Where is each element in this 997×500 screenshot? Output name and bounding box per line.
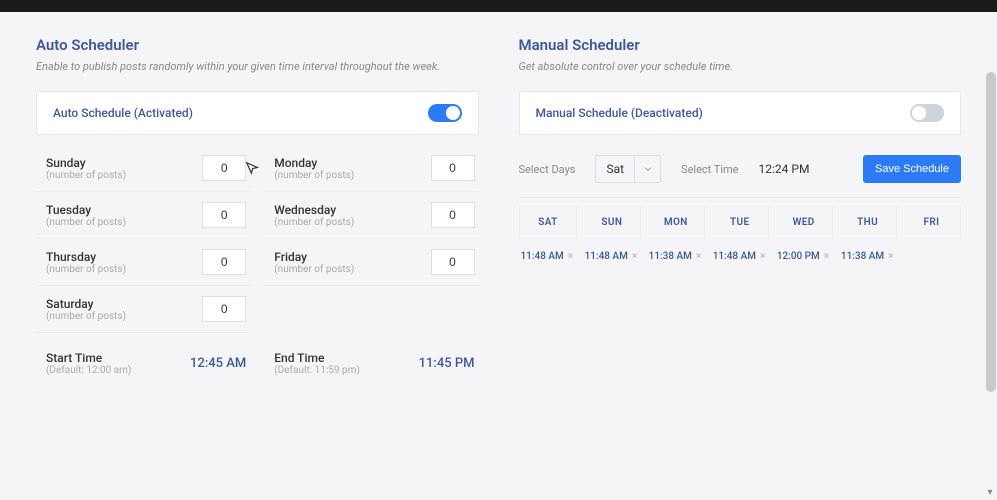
day-input-wednesday[interactable]: [431, 202, 475, 228]
scroll-arrow-down-icon[interactable]: ▾: [985, 488, 995, 498]
time-chip: 11:48 AM ×: [711, 247, 769, 266]
page-content: Auto Scheduler Enable to publish posts r…: [0, 12, 997, 410]
end-time-value[interactable]: 11:45 PM: [419, 356, 475, 371]
time-chip-value: 11:48 AM: [585, 251, 628, 262]
start-time-cell: Start Time (Default: 12:00 am) 12:45 AM: [36, 341, 250, 386]
day-label: Friday: [274, 250, 354, 264]
day-input-tuesday[interactable]: [202, 202, 246, 228]
auto-status-row: Auto Schedule (Activated): [36, 91, 479, 135]
day-sub: (number of posts): [274, 264, 354, 275]
day-input-sunday[interactable]: [202, 155, 246, 181]
day-input-saturday[interactable]: [202, 296, 246, 322]
window-topbar: [0, 0, 997, 12]
day-label: Sunday: [46, 156, 126, 170]
day-sub: (number of posts): [274, 217, 354, 228]
time-chip: 11:38 AM ×: [839, 247, 897, 266]
time-chip-value: 12:00 PM: [777, 251, 820, 262]
auto-toggle[interactable]: [428, 104, 462, 122]
select-days-value: Sat: [596, 162, 634, 176]
day-row-thu-fri: Thursday (number of posts) Friday (numbe…: [36, 239, 479, 286]
scrollbar-thumb[interactable]: [986, 72, 996, 392]
tab-sat[interactable]: SAT: [519, 206, 578, 239]
day-sub: (number of posts): [46, 170, 126, 181]
day-input-monday[interactable]: [431, 155, 475, 181]
day-row-tue-wed: Tuesday (number of posts) Wednesday (num…: [36, 192, 479, 239]
select-days-label: Select Days: [519, 163, 576, 176]
scheduled-times-row: 11:48 AM× 11:48 AM× 11:38 AM× 11:48 AM× …: [519, 239, 962, 274]
day-sub: (number of posts): [46, 311, 126, 322]
auto-status-label: Auto Schedule (Activated): [53, 106, 193, 120]
select-time-value[interactable]: 12:24 PM: [759, 162, 810, 176]
auto-scheduler-panel: Auto Scheduler Enable to publish posts r…: [36, 36, 479, 386]
end-time-cell: End Time (Default: 11:59 pm) 11:45 PM: [264, 341, 478, 386]
time-chip: 11:48 AM ×: [583, 247, 641, 266]
manual-status-label: Manual Schedule (Deactivated): [536, 106, 703, 120]
close-icon[interactable]: ×: [632, 251, 637, 262]
day-input-friday[interactable]: [431, 249, 475, 275]
close-icon[interactable]: ×: [696, 251, 701, 262]
tab-fri[interactable]: FRI: [903, 206, 961, 239]
day-cell-tuesday: Tuesday (number of posts): [36, 192, 250, 239]
day-tabs: SAT SUN MON TUE WED THU FRI: [519, 206, 962, 239]
auto-subtitle: Enable to publish posts randomly within …: [36, 60, 479, 73]
start-time-sub: (Default: 12:00 am): [46, 365, 131, 376]
tab-sun[interactable]: SUN: [583, 206, 641, 239]
time-chip-value: 11:48 AM: [713, 251, 756, 262]
day-cell-friday: Friday (number of posts): [264, 239, 478, 286]
time-chip-value: 11:38 AM: [649, 251, 692, 262]
time-chip: 11:38 AM ×: [647, 247, 705, 266]
day-cell-saturday: Saturday (number of posts): [36, 286, 250, 333]
chevron-down-icon: [634, 156, 660, 182]
manual-scheduler-panel: Manual Scheduler Get absolute control ov…: [519, 36, 962, 386]
day-label: Tuesday: [46, 203, 126, 217]
time-row: Start Time (Default: 12:00 am) 12:45 AM …: [36, 341, 479, 386]
tab-tue[interactable]: TUE: [711, 206, 769, 239]
manual-status-row: Manual Schedule (Deactivated): [519, 91, 962, 135]
day-cell-monday: Monday (number of posts): [264, 145, 478, 192]
manual-title: Manual Scheduler: [519, 36, 962, 54]
time-chip-empty: [903, 247, 961, 266]
select-days-dropdown[interactable]: Sat: [595, 155, 661, 183]
time-chip: 12:00 PM ×: [775, 247, 833, 266]
day-label: Monday: [274, 156, 354, 170]
day-cell-thursday: Thursday (number of posts): [36, 239, 250, 286]
save-schedule-button[interactable]: Save Schedule: [863, 155, 961, 183]
start-time-label: Start Time: [46, 351, 131, 365]
day-sub: (number of posts): [274, 170, 354, 181]
day-cell-wednesday: Wednesday (number of posts): [264, 192, 478, 239]
close-icon[interactable]: ×: [568, 251, 573, 262]
day-label: Wednesday: [274, 203, 354, 217]
manual-subtitle: Get absolute control over your schedule …: [519, 60, 962, 73]
manual-controls: Select Days Sat Select Time 12:24 PM Sav…: [519, 145, 962, 198]
day-sub: (number of posts): [46, 264, 126, 275]
vertical-scrollbar[interactable]: ▾: [985, 12, 997, 500]
close-icon[interactable]: ×: [760, 251, 765, 262]
day-label: Saturday: [46, 297, 126, 311]
day-sub: (number of posts): [46, 217, 126, 228]
day-cell-sunday: Sunday (number of posts): [36, 145, 250, 192]
day-input-thursday[interactable]: [202, 249, 246, 275]
time-chip: 11:48 AM ×: [519, 247, 577, 266]
day-label: Thursday: [46, 250, 126, 264]
start-time-value[interactable]: 12:45 AM: [190, 356, 246, 371]
time-chip-value: 11:38 AM: [841, 251, 884, 262]
end-time-sub: (Default: 11:59 pm): [274, 365, 360, 376]
end-time-label: End Time: [274, 351, 360, 365]
tab-thu[interactable]: THU: [839, 206, 897, 239]
tab-wed[interactable]: WED: [775, 206, 833, 239]
select-time-label: Select Time: [681, 163, 738, 176]
manual-toggle[interactable]: [910, 104, 944, 122]
day-row-sat: Saturday (number of posts): [36, 286, 479, 333]
close-icon[interactable]: ×: [888, 251, 893, 262]
tab-mon[interactable]: MON: [647, 206, 705, 239]
auto-title: Auto Scheduler: [36, 36, 479, 54]
time-chip-value: 11:48 AM: [521, 251, 564, 262]
day-row-sun-mon: Sunday (number of posts) Monday (number …: [36, 145, 479, 192]
close-icon[interactable]: ×: [824, 251, 829, 262]
